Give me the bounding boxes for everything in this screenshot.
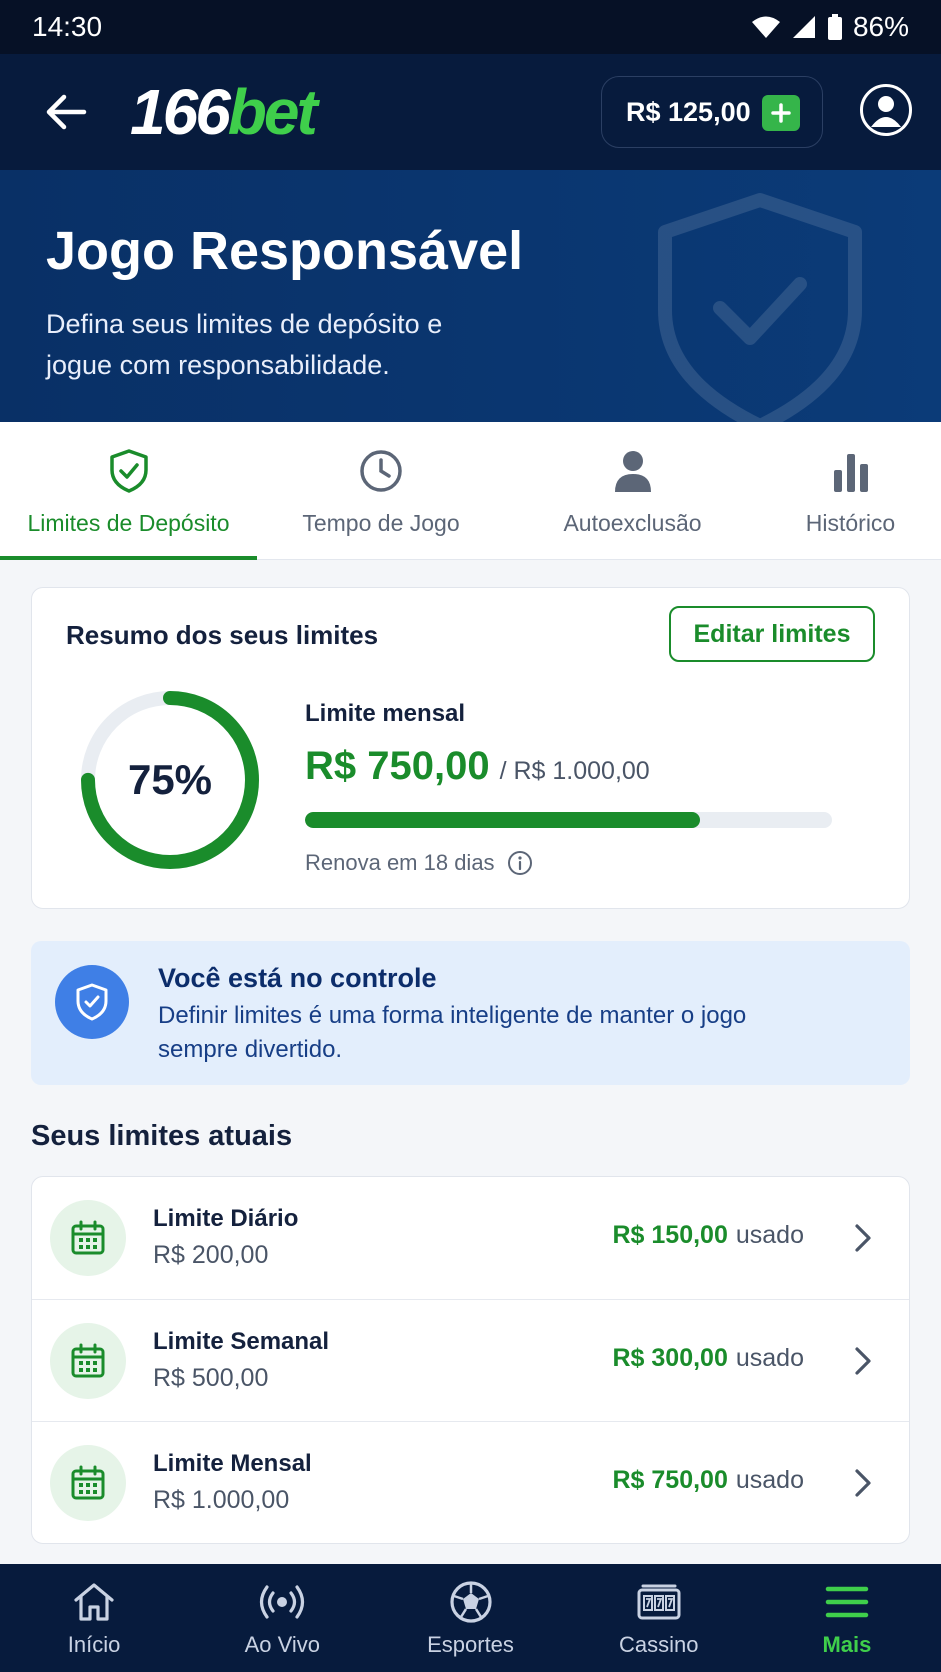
profile-avatar-icon[interactable] xyxy=(860,84,912,136)
brand-logo[interactable]: 166bet xyxy=(130,76,318,148)
live-icon xyxy=(260,1585,305,1619)
nav-home[interactable]: Início xyxy=(0,1564,188,1672)
clock-icon xyxy=(360,450,402,492)
limit-max: R$ 200,00 xyxy=(153,1241,269,1269)
monthly-progress-bar xyxy=(305,812,832,828)
calendar-icon xyxy=(50,1445,126,1522)
soccer-ball-icon xyxy=(449,1581,492,1623)
tab-bar: Limites de Depósito Tempo de Jogo Autoex… xyxy=(0,422,941,560)
info-circle-icon[interactable] xyxy=(507,850,533,876)
bar-chart-icon xyxy=(833,454,868,492)
limit-row-weekly[interactable]: Limite Semanal R$ 500,00 R$ 300,00 usado xyxy=(32,1300,909,1423)
app-header: 166bet R$ 125,00 xyxy=(0,54,941,170)
limit-used: R$ 150,00 usado xyxy=(613,1221,805,1250)
bottom-nav: Início Ao Vivo Esportes Cassino Mais xyxy=(0,1564,941,1672)
limit-used-suffix: usado xyxy=(735,1343,804,1372)
nav-label: Ao Vivo xyxy=(244,1632,321,1657)
battery-icon xyxy=(827,14,842,40)
home-icon xyxy=(74,1583,114,1621)
limit-name: Limite Diário xyxy=(153,1205,299,1232)
limit-used-value: R$ 150,00 xyxy=(612,1221,728,1249)
limit-used: R$ 300,00 usado xyxy=(613,1344,805,1373)
limits-summary-card: Resumo dos seus limites Editar limites 7… xyxy=(31,587,910,909)
renew-info: Renova em 18 dias xyxy=(305,850,533,876)
tab-label: Limites de Depósito xyxy=(27,510,230,536)
tab-history[interactable]: Histórico xyxy=(760,422,941,559)
chevron-right-icon xyxy=(855,1346,871,1375)
status-bar: 14:30 86% xyxy=(0,0,941,54)
deposit-plus-icon[interactable] xyxy=(762,95,800,131)
status-icons: 86% xyxy=(751,11,909,43)
usage-percent: 75% xyxy=(127,756,213,803)
shield-watermark-icon xyxy=(658,193,862,422)
edit-limits-button[interactable]: Editar limites xyxy=(669,606,875,662)
tab-label: Autoexclusão xyxy=(563,510,702,536)
page-title: Jogo Responsável xyxy=(46,221,524,281)
limit-row-monthly[interactable]: Limite Mensal R$ 1.000,00 R$ 750,00 usad… xyxy=(32,1422,909,1543)
limit-used-suffix: usado xyxy=(735,1466,804,1495)
slot-machine-icon xyxy=(637,1584,681,1620)
limit-name: Limite Mensal xyxy=(153,1450,312,1478)
chevron-right-icon xyxy=(855,1224,871,1252)
nav-more[interactable]: Mais xyxy=(753,1564,941,1672)
tab-self-exclusion[interactable]: Autoexclusão xyxy=(505,422,760,559)
signal-icon xyxy=(792,16,815,38)
monthly-limit-label: Limite mensal xyxy=(305,700,466,727)
limit-max: R$ 500,00 xyxy=(153,1363,269,1392)
limits-list: Limite Diário R$ 200,00 R$ 150,00 usado … xyxy=(31,1176,910,1544)
tab-label: Histórico xyxy=(805,510,896,536)
monthly-used-value: R$ 750,00 xyxy=(305,744,490,788)
summary-title: Resumo dos seus limites xyxy=(66,620,379,650)
nav-casino[interactable]: Cassino xyxy=(565,1564,753,1672)
shield-check-icon xyxy=(109,449,148,493)
hero-banner: Jogo Responsável Defina seus limites de … xyxy=(0,170,941,422)
page-subtitle: Defina seus limites de depósito e jogue … xyxy=(46,309,443,380)
limit-used-suffix: usado xyxy=(735,1221,804,1249)
calendar-icon xyxy=(50,1200,126,1276)
limit-used: R$ 750,00 usado xyxy=(613,1466,805,1495)
shield-info-icon xyxy=(55,965,129,1039)
person-icon xyxy=(614,451,651,492)
nav-label: Início xyxy=(67,1632,121,1657)
menu-icon xyxy=(825,1586,869,1618)
nav-sports[interactable]: Esportes xyxy=(376,1564,564,1672)
info-banner: Você está no controle Definir limites é … xyxy=(31,941,910,1085)
balance-amount: R$ 125,00 xyxy=(626,96,751,127)
nav-label: Esportes xyxy=(427,1632,514,1657)
tab-label: Tempo de Jogo xyxy=(302,510,460,536)
limit-row-daily[interactable]: Limite Diário R$ 200,00 R$ 150,00 usado xyxy=(32,1177,909,1300)
tab-play-time[interactable]: Tempo de Jogo xyxy=(257,422,505,559)
calendar-icon xyxy=(50,1322,126,1399)
limit-used-value: R$ 750,00 xyxy=(612,1466,728,1495)
info-text: Definir limites é uma forma inteligente … xyxy=(158,1002,747,1063)
limit-name: Limite Semanal xyxy=(153,1327,330,1355)
renew-text: Renova em 18 dias xyxy=(305,850,495,875)
balance-button[interactable]: R$ 125,00 xyxy=(601,76,823,148)
info-title: Você está no controle xyxy=(158,963,437,993)
nav-label: Mais xyxy=(822,1632,872,1657)
wifi-icon xyxy=(751,16,780,38)
back-arrow-icon[interactable] xyxy=(44,92,88,132)
limit-used-value: R$ 300,00 xyxy=(612,1343,728,1372)
current-limits-title: Seus limites atuais xyxy=(31,1120,293,1152)
monthly-total-value: / R$ 1.000,00 xyxy=(499,757,650,785)
tab-deposit-limits[interactable]: Limites de Depósito xyxy=(0,422,257,560)
nav-label: Cassino xyxy=(618,1632,699,1657)
nav-live[interactable]: Ao Vivo xyxy=(188,1564,376,1672)
chevron-right-icon xyxy=(855,1469,871,1497)
monthly-progress-fill xyxy=(305,812,701,828)
monthly-limit-amount: R$ 750,00 / R$ 1.000,00 xyxy=(305,744,650,789)
battery-level: 86% xyxy=(852,11,909,42)
limit-max: R$ 1.000,00 xyxy=(153,1486,290,1515)
status-time: 14:30 xyxy=(32,11,103,42)
